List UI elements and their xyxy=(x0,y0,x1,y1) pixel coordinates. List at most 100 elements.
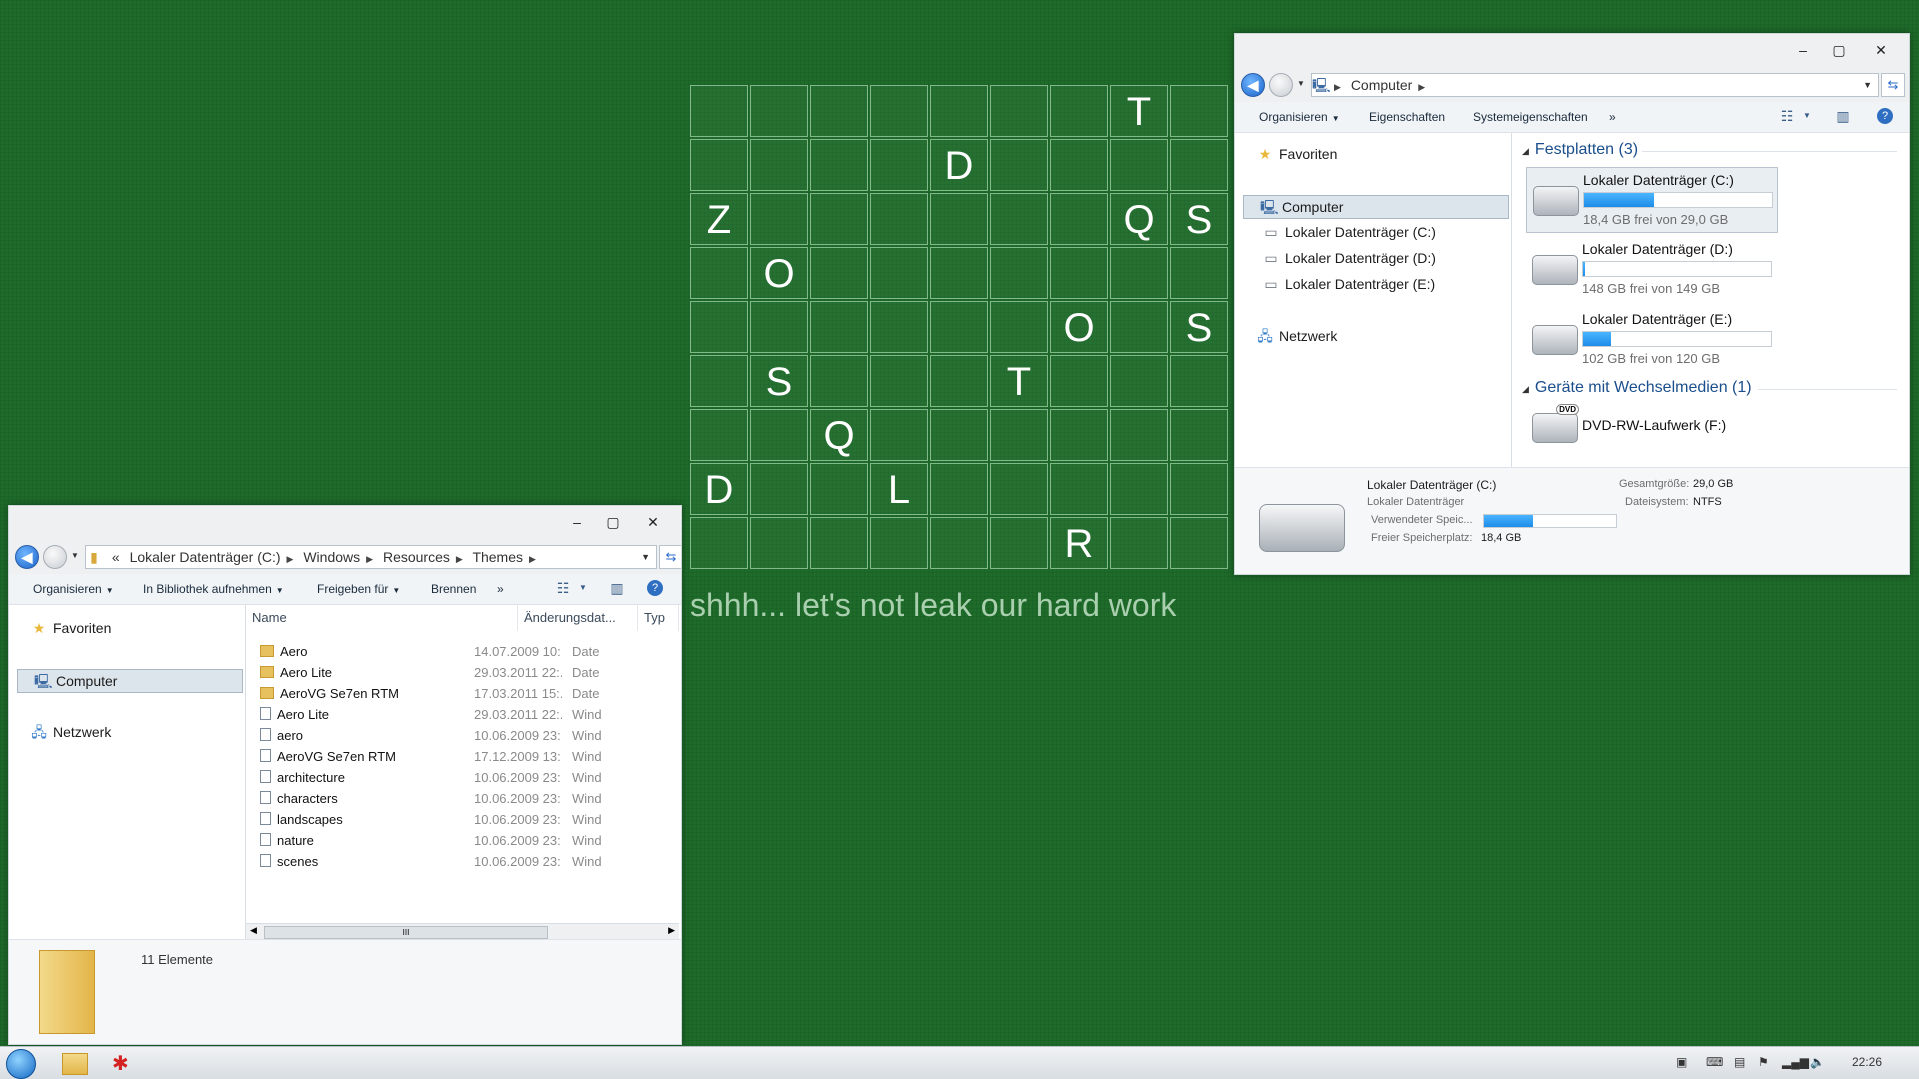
taskbar-clock[interactable]: 22:26 xyxy=(1852,1055,1882,1069)
drive-tile[interactable]: Lokaler Datenträger (D:) 148 GB frei von … xyxy=(1526,237,1776,301)
scroll-right-icon[interactable]: ▶ xyxy=(668,925,675,936)
address-bar[interactable]: ▮ « Lokaler Datenträger (C:) ▶ Windows ▶ R… xyxy=(85,545,657,569)
themes-explorer-window[interactable]: – ▢ ✕ ◀ ▼ ▮ « Lokaler Datenträger (C:) ▶ … xyxy=(8,505,682,1045)
organize-menu[interactable]: Organisieren ▼ xyxy=(1259,110,1340,124)
breadcrumb-drive-c[interactable]: Lokaler Datenträger (C:) xyxy=(130,549,281,565)
nav-favorites[interactable]: ★ Favoriten xyxy=(9,617,245,639)
view-dropdown-icon[interactable]: ▼ xyxy=(1799,108,1815,124)
view-options-icon[interactable]: ☷ xyxy=(555,580,571,596)
file-row[interactable]: AeroVG Se7en RTM 17.12.2009 13:... Wind xyxy=(246,746,679,767)
nav-drive-d[interactable]: ▭ Lokaler Datenträger (D:) xyxy=(1235,247,1511,269)
tray-volume-icon[interactable]: 🔈 xyxy=(1810,1055,1825,1069)
refresh-button[interactable]: ⇆ xyxy=(659,545,681,569)
tray-flag-icon[interactable]: ⚑ xyxy=(1758,1055,1769,1069)
maximize-button[interactable]: ▢ xyxy=(601,512,625,532)
address-dropdown-icon[interactable]: ▼ xyxy=(641,546,650,568)
minimize-button[interactable]: – xyxy=(1791,40,1815,60)
explorer-taskbar-icon[interactable] xyxy=(62,1053,88,1075)
drives-view[interactable]: ◢ Festplatten (3) Lokaler Datenträger (C:… xyxy=(1512,133,1907,467)
file-row[interactable]: AeroVG Se7en RTM 17.03.2011 15:... Date xyxy=(246,683,679,704)
file-row[interactable]: characters 10.06.2009 23:... Wind xyxy=(246,788,679,809)
tray-device-icon[interactable]: ⌨ xyxy=(1706,1055,1723,1069)
file-row[interactable]: scenes 10.06.2009 23:... Wind xyxy=(246,851,679,872)
nav-network[interactable]: 🖧 Netzwerk xyxy=(1235,325,1511,347)
back-button[interactable]: ◀ xyxy=(1241,73,1265,97)
breadcrumb-separator-icon[interactable]: ▶ xyxy=(287,554,294,564)
organize-menu[interactable]: Organisieren ▼ xyxy=(33,582,114,596)
help-icon[interactable]: ? xyxy=(1877,108,1893,124)
nav-drive-c[interactable]: ▭ Lokaler Datenträger (C:) xyxy=(1235,221,1511,243)
tray-printer-icon[interactable]: ▤ xyxy=(1734,1055,1745,1069)
recent-pages-dropdown[interactable]: ▼ xyxy=(71,551,79,560)
forward-button[interactable] xyxy=(43,545,67,569)
collapse-icon[interactable]: ◢ xyxy=(1522,384,1529,394)
tray-network-icon[interactable]: ▂▄▆ xyxy=(1782,1055,1809,1069)
breadcrumb-resources[interactable]: Resources xyxy=(383,549,450,565)
help-icon[interactable]: ? xyxy=(647,580,663,596)
address-bar[interactable]: 🖳 ▶ Computer ▶ ▼ xyxy=(1311,73,1879,97)
forward-button[interactable] xyxy=(1269,73,1293,97)
dvd-drive-tile[interactable]: DVD DVD-RW-Laufwerk (F:) xyxy=(1526,401,1776,453)
file-list[interactable]: Name Änderungsdat... Typ Aero 14.07.2009 … xyxy=(246,605,679,940)
file-row[interactable]: landscapes 10.06.2009 23:... Wind xyxy=(246,809,679,830)
share-with-menu[interactable]: Freigeben für ▼ xyxy=(317,582,400,596)
view-dropdown-icon[interactable]: ▼ xyxy=(575,580,591,596)
file-row[interactable]: architecture 10.06.2009 23:... Wind xyxy=(246,767,679,788)
recent-pages-dropdown[interactable]: ▼ xyxy=(1297,79,1305,88)
preview-pane-icon[interactable]: ▥ xyxy=(609,580,625,596)
breadcrumb-separator-icon[interactable]: ▶ xyxy=(1334,82,1341,92)
start-button[interactable] xyxy=(6,1049,36,1079)
drive-tile[interactable]: Lokaler Datenträger (E:) 102 GB frei von … xyxy=(1526,307,1776,371)
more-commands-button[interactable]: » xyxy=(1609,110,1616,124)
nav-computer[interactable]: 🖳 Computer xyxy=(17,669,243,693)
title-bar[interactable]: – ▢ ✕ xyxy=(1235,34,1909,68)
refresh-button[interactable]: ⇆ xyxy=(1881,73,1905,97)
breadcrumb-themes[interactable]: Themes xyxy=(472,549,523,565)
minimize-button[interactable]: – xyxy=(565,512,589,532)
address-dropdown-icon[interactable]: ▼ xyxy=(1863,74,1872,96)
breadcrumb-windows[interactable]: Windows xyxy=(303,549,360,565)
file-row[interactable]: aero 10.06.2009 23:... Wind xyxy=(246,725,679,746)
file-row[interactable]: Aero 14.07.2009 10:... Date xyxy=(246,641,679,662)
nav-computer[interactable]: 🖳 Computer xyxy=(1243,195,1509,219)
tray-notification-icon[interactable]: ▣ xyxy=(1676,1055,1687,1069)
collapse-icon[interactable]: ◢ xyxy=(1522,146,1529,156)
computer-explorer-window[interactable]: – ▢ ✕ ◀ ▼ 🖳 ▶ Computer ▶ ▼ ⇆ Organisieren ▼… xyxy=(1234,33,1910,575)
more-commands-button[interactable]: » xyxy=(497,582,504,596)
removable-group-header[interactable]: ◢ Geräte mit Wechselmedien (1) xyxy=(1522,379,1752,397)
maximize-button[interactable]: ▢ xyxy=(1827,40,1851,60)
scroll-thumb[interactable]: III xyxy=(264,926,548,939)
breadcrumb-separator-icon[interactable]: ▶ xyxy=(529,554,536,564)
column-header-name[interactable]: Name xyxy=(246,605,518,631)
breadcrumb-computer[interactable]: Computer xyxy=(1351,77,1412,93)
file-row[interactable]: Aero Lite 29.03.2011 22:... Wind xyxy=(246,704,679,725)
system-properties-button[interactable]: Systemeigenschaften xyxy=(1473,110,1588,124)
title-bar[interactable]: – ▢ ✕ xyxy=(9,506,681,540)
close-button[interactable]: ✕ xyxy=(1869,40,1893,60)
scroll-left-icon[interactable]: ◀ xyxy=(250,925,257,936)
drive-tile[interactable]: Lokaler Datenträger (C:) 18,4 GB frei von… xyxy=(1526,167,1778,233)
hard-disks-group-header[interactable]: ◢ Festplatten (3) xyxy=(1522,141,1638,159)
breadcrumb-separator-icon[interactable]: ▶ xyxy=(456,554,463,564)
close-button[interactable]: ✕ xyxy=(641,512,665,532)
include-in-library-menu[interactable]: In Bibliothek aufnehmen ▼ xyxy=(143,582,284,596)
burn-button[interactable]: Brennen xyxy=(431,582,476,596)
breadcrumb-separator-icon[interactable]: ▶ xyxy=(1418,82,1425,92)
preview-pane-icon[interactable]: ▥ xyxy=(1835,108,1851,124)
app-taskbar-icon[interactable]: ✱ xyxy=(112,1051,129,1076)
column-header-type[interactable]: Typ xyxy=(638,605,679,631)
breadcrumb-overflow[interactable]: « xyxy=(112,549,120,565)
properties-button[interactable]: Eigenschaften xyxy=(1369,110,1445,124)
file-row[interactable]: Aero Lite 29.03.2011 22:... Date xyxy=(246,662,679,683)
horizontal-scrollbar[interactable]: ◀ III ▶ xyxy=(246,923,679,940)
nav-favorites[interactable]: ★ Favoriten xyxy=(1235,143,1511,165)
column-header-date[interactable]: Änderungsdat... xyxy=(518,605,638,631)
view-options-icon[interactable]: ☷ xyxy=(1779,108,1795,124)
nav-network[interactable]: 🖧 Netzwerk xyxy=(9,721,245,743)
drive-usage-bar xyxy=(1583,192,1773,208)
total-size-label: Gesamtgröße: xyxy=(1619,478,1690,490)
nav-drive-e[interactable]: ▭ Lokaler Datenträger (E:) xyxy=(1235,273,1511,295)
breadcrumb-separator-icon[interactable]: ▶ xyxy=(366,554,373,564)
back-button[interactable]: ◀ xyxy=(15,545,39,569)
file-row[interactable]: nature 10.06.2009 23:... Wind xyxy=(246,830,679,851)
